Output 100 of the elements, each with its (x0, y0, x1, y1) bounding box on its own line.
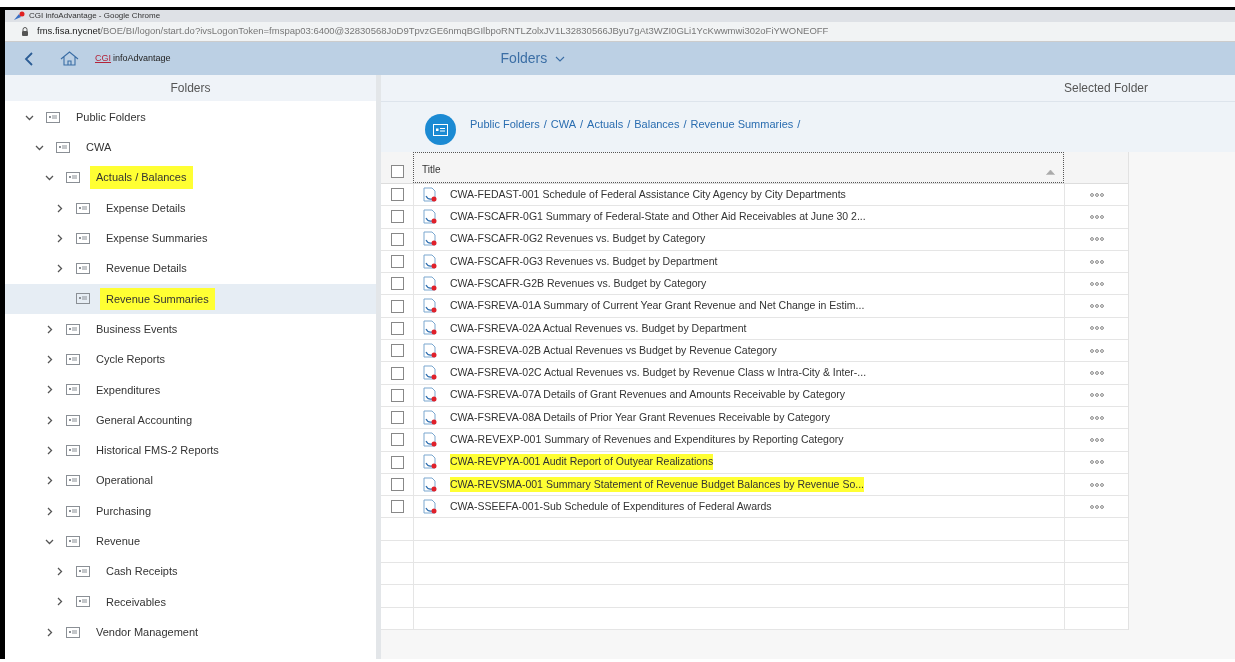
folder-tree-item[interactable]: Expense Summaries (5, 223, 376, 254)
more-options-icon[interactable] (1089, 214, 1104, 219)
breadcrumb-separator: / (627, 117, 631, 132)
more-options-icon[interactable] (1089, 281, 1104, 286)
chevron-right-icon[interactable] (45, 415, 54, 425)
chevron-right-icon[interactable] (55, 203, 64, 213)
report-title[interactable]: CWA-REVSMA-001 Summary Statement of Revenue Budget Balances by Revenue So... (450, 476, 864, 493)
sort-icon[interactable] (1046, 169, 1055, 175)
report-title[interactable]: CWA-FSCAFR-G2B Revenues vs. Budget by Category (450, 275, 707, 292)
breadcrumb-link[interactable]: Public Folders (470, 116, 540, 133)
folder-tree-item[interactable]: Expense Details (5, 192, 376, 224)
report-title[interactable]: CWA-REVPYA-001 Audit Report of Outyear Realizations (450, 454, 714, 471)
breadcrumb-link[interactable]: CWA (550, 116, 577, 133)
report-title[interactable]: CWA-FSCAFR-0G3 Revenues vs. Budget by Department (450, 253, 718, 270)
checkbox[interactable] (390, 255, 404, 269)
folder-tree-item[interactable]: CWA (5, 132, 376, 163)
folder-tree-item[interactable]: General Accounting (5, 404, 376, 436)
home-icon[interactable] (60, 51, 79, 66)
chevron-right-icon[interactable] (45, 506, 54, 516)
checkbox[interactable] (390, 478, 404, 491)
report-title[interactable]: CWA-FSCAFR-0G1 Summary of Federal-State and Other Aid Receivables at June 30 2... (450, 209, 866, 225)
checkbox[interactable] (390, 277, 404, 291)
folder-icon (66, 384, 80, 396)
report-title[interactable]: CWA-FSCAFR-0G2 Revenues vs. Budget by Category (450, 231, 706, 248)
folder-tree-item[interactable]: Cash Receipts (5, 556, 376, 587)
folder-icon (76, 202, 90, 214)
folder-tree-item[interactable]: Expenditures (5, 374, 376, 405)
column-header[interactable]: Title (413, 152, 1064, 183)
folder-tree-item[interactable]: Public Folders (5, 102, 376, 133)
folder-icon (66, 323, 80, 335)
checkbox[interactable] (390, 165, 404, 178)
chevron-right-icon[interactable] (55, 567, 64, 577)
breadcrumb-link[interactable]: Balances (634, 116, 680, 133)
checkbox[interactable] (390, 232, 404, 246)
breadcrumb-link[interactable]: Actuals (587, 116, 624, 133)
more-options-icon[interactable] (1089, 393, 1104, 398)
more-options-icon[interactable] (1089, 348, 1104, 353)
breadcrumb-link[interactable]: Revenue Summaries (690, 116, 794, 133)
report-title[interactable]: CWA-FSREVA-01A Summary of Current Year Grant Revenue and Net Change in Estim... (450, 298, 865, 314)
more-options-icon[interactable] (1089, 415, 1104, 420)
more-options-icon[interactable] (1089, 259, 1104, 264)
chevron-right-icon[interactable] (55, 233, 64, 243)
folder-tree-item[interactable]: Business Events (5, 314, 376, 345)
more-options-icon[interactable] (1089, 482, 1104, 487)
checkbox[interactable] (390, 299, 404, 313)
folder-tree-item[interactable]: Historical FMS-2 Reports (5, 435, 376, 466)
url-text[interactable]: fms.fisa.nycnet/BOE/BI/logon/start.do?ivsLogonToken=fmspap03:6400@32830568JoD9TpvzGE6nmqBGIlbpoRNTLZolxJV1L32830566JByu7gAt3WZI0GLi1YcKwwmwi302oFiYWONEOFF (37, 24, 829, 39)
folder-tree-item[interactable]: Purchasing (5, 495, 376, 527)
checkbox[interactable] (390, 188, 404, 202)
chevron-right-icon[interactable] (45, 476, 54, 486)
report-icon (422, 431, 438, 448)
report-title[interactable]: CWA-FSREVA-02C Actual Revenues vs. Budget by Revenue Class w Intra-City & Inter-... (450, 365, 867, 381)
report-title[interactable]: CWA-FEDAST-001 Schedule of Federal Assistance City Agency by City Departments (450, 186, 846, 203)
report-icon (422, 253, 438, 270)
report-title[interactable]: CWA-FSREVA-08A Details of Prior Year Grant Revenues Receivable by Category (450, 409, 830, 426)
more-options-icon[interactable] (1089, 460, 1104, 465)
chevron-right-icon[interactable] (55, 597, 64, 607)
chevron-right-icon[interactable] (45, 355, 54, 364)
folder-tree-item[interactable]: Revenue (5, 526, 376, 557)
report-title[interactable]: CWA-FSREVA-07A Details of Grant Revenues and Amounts Receivable by Category (450, 387, 846, 404)
folder-tree-item[interactable]: Revenue Summaries (5, 283, 376, 315)
folder-tree-item[interactable]: Receivables (5, 586, 376, 618)
folder-tree-item[interactable]: Revenue Details (5, 253, 376, 284)
more-options-icon[interactable] (1089, 304, 1104, 309)
folder-label: Revenue (95, 534, 142, 550)
more-options-icon[interactable] (1089, 371, 1104, 375)
app-logo[interactable]: CGI infoAdvantage (95, 51, 171, 66)
checkbox[interactable] (390, 411, 404, 425)
folder-label: Cycle Reports (95, 352, 167, 368)
chevron-down-icon[interactable] (45, 173, 54, 183)
back-icon[interactable] (24, 51, 33, 66)
checkbox[interactable] (390, 321, 404, 335)
more-options-icon[interactable] (1089, 237, 1104, 242)
chevron-right-icon[interactable] (45, 385, 54, 395)
checkbox[interactable] (390, 388, 404, 402)
chevron-right-icon[interactable] (45, 627, 54, 637)
folder-tree-item[interactable]: Cycle Reports (5, 344, 376, 375)
checkbox[interactable] (390, 500, 404, 514)
panel-title: Selected Folder (381, 75, 1235, 101)
report-title[interactable]: CWA-SSEEFA-001-Sub Schedule of Expenditures of Federal Awards (450, 498, 772, 515)
checkbox[interactable] (390, 433, 404, 447)
more-options-icon[interactable] (1089, 192, 1104, 197)
report-title[interactable]: CWA-FSREVA-02A Actual Revenues vs. Budget by Department (450, 320, 747, 337)
checkbox[interactable] (390, 210, 404, 224)
chevron-right-icon[interactable] (55, 264, 64, 274)
report-title[interactable]: CWA-FSREVA-02B Actual Revenues vs Budget by Revenue Category (450, 342, 777, 359)
folder-tree-item[interactable]: Actuals / Balances (5, 162, 376, 193)
app-logo-icon (13, 11, 25, 21)
checkbox[interactable] (390, 366, 404, 380)
more-options-icon[interactable] (1089, 437, 1104, 442)
folder-tree-item[interactable]: Vendor Management (5, 617, 376, 648)
checkbox[interactable] (390, 344, 404, 358)
checkbox[interactable] (390, 455, 404, 469)
chevron-down-icon (555, 55, 566, 62)
chevron-right-icon[interactable] (45, 324, 54, 334)
more-options-icon[interactable] (1089, 504, 1104, 509)
chevron-right-icon[interactable] (45, 445, 54, 455)
more-options-icon[interactable] (1089, 326, 1104, 331)
folder-tree-item[interactable]: Operational (5, 465, 376, 496)
report-title[interactable]: CWA-REVEXP-001 Summary of Revenues and Expenditures by Reporting Category (450, 432, 844, 448)
